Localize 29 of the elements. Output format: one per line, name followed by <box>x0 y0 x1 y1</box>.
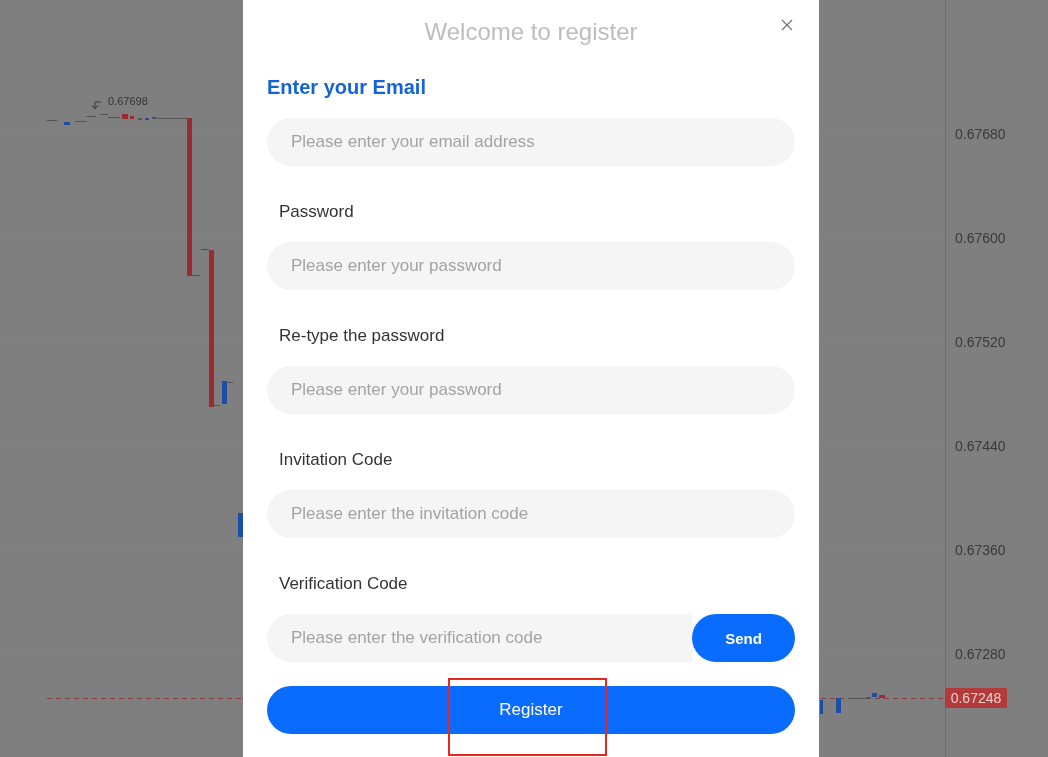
send-button[interactable]: Send <box>692 614 795 662</box>
candlestick <box>64 122 70 125</box>
high-price-label: 0.67698 <box>108 95 148 107</box>
input-field[interactable]: Please enter your email address <box>267 118 795 166</box>
price-axis-label: 0.67520 <box>955 333 1006 351</box>
candlestick <box>75 121 87 122</box>
candlestick <box>820 700 823 714</box>
price-axis-label: 0.67600 <box>955 229 1006 247</box>
close-icon[interactable] <box>781 19 793 31</box>
candlestick <box>238 513 243 537</box>
candlestick <box>836 698 841 713</box>
price-axis-label: 0.67280 <box>955 645 1006 663</box>
register-button[interactable]: Register <box>267 686 795 734</box>
input-field[interactable]: Please enter your password <box>267 366 795 414</box>
candlestick <box>108 117 120 118</box>
dialog-title: Welcome to register <box>424 17 638 47</box>
high-marker-icon <box>91 101 102 110</box>
section-heading: Enter your Email <box>267 75 427 100</box>
field-label: Password <box>278 201 355 223</box>
price-axis-label: 0.67360 <box>955 541 1006 559</box>
field-label: Verification Code <box>278 573 409 595</box>
price-axis-label: 0.67680 <box>955 125 1006 143</box>
input-field[interactable]: Please enter the invitation code <box>267 490 795 538</box>
field-label: Re-type the password <box>278 325 446 347</box>
field-label: Invitation Code <box>278 449 394 471</box>
input-field[interactable]: Please enter the verification code <box>267 614 692 662</box>
input-field[interactable]: Please enter your password <box>267 242 795 290</box>
price-axis-label: 0.67440 <box>955 437 1006 455</box>
current-price-tag: 0.67248 <box>945 688 1007 708</box>
